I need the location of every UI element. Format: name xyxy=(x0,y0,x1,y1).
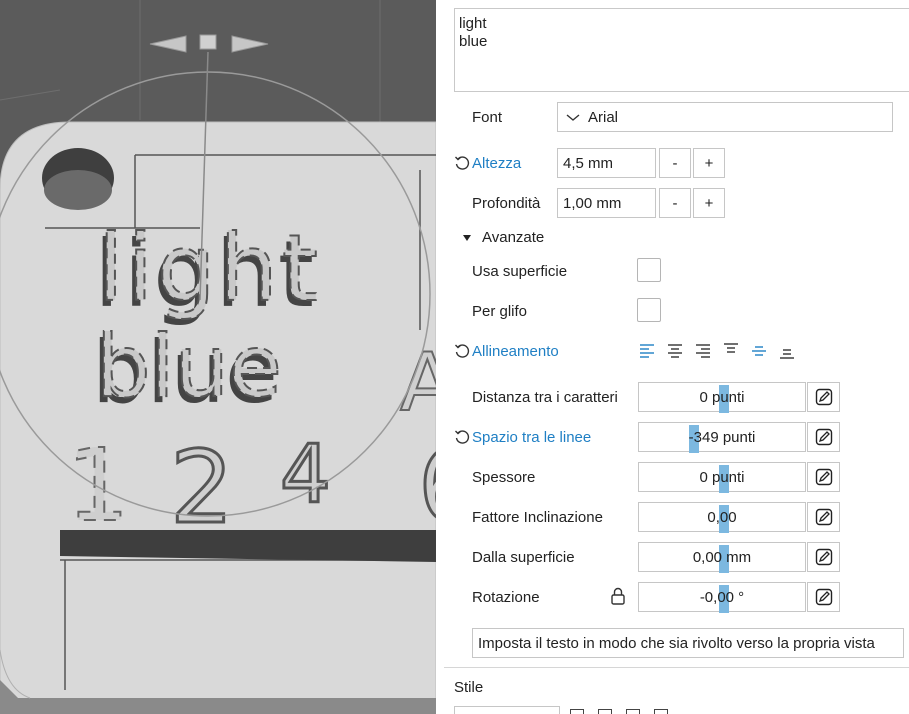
build-plate-grid xyxy=(0,0,381,140)
style-icon[interactable] xyxy=(654,709,668,714)
skew-value: 0,00 xyxy=(707,508,737,526)
use-surface-checkbox[interactable] xyxy=(637,258,661,282)
depth-decrease-button[interactable]: - xyxy=(659,188,691,218)
alignment-label: Allineamento xyxy=(472,343,559,360)
skew-label: Fattore Inclinazione xyxy=(472,509,603,526)
align-center-icon[interactable] xyxy=(666,342,684,360)
svg-text:2: 2 xyxy=(170,429,234,546)
edit-icon[interactable] xyxy=(807,582,840,612)
advanced-label: Avanzate xyxy=(482,229,545,246)
depth-input[interactable]: 1,00 mm xyxy=(557,188,656,218)
svg-text:4: 4 xyxy=(280,428,331,521)
use-surface-label: Usa superficie xyxy=(472,263,568,280)
triangle-down-icon xyxy=(463,234,471,241)
depth-increase-button[interactable]: + xyxy=(693,188,725,218)
svg-text:1: 1 xyxy=(66,427,130,544)
height-increase-button[interactable]: + xyxy=(693,148,725,178)
align-left-icon[interactable] xyxy=(638,342,656,360)
style-icon[interactable] xyxy=(570,709,584,714)
style-icon[interactable] xyxy=(598,709,612,714)
align-middle-icon[interactable] xyxy=(750,342,768,360)
from-surface-value: 0,00 mm xyxy=(692,548,752,566)
align-top-icon[interactable] xyxy=(722,342,740,360)
reset-icon[interactable] xyxy=(454,343,470,359)
edit-icon[interactable] xyxy=(807,502,840,532)
reset-icon[interactable] xyxy=(454,155,470,171)
style-select[interactable] xyxy=(454,706,560,714)
line-spacing-value: -349 punti xyxy=(688,428,756,446)
svg-text:A: A xyxy=(400,336,436,429)
svg-text:light: light xyxy=(98,215,322,322)
font-label: Font xyxy=(472,109,503,126)
edit-icon[interactable] xyxy=(807,542,840,572)
reset-icon[interactable] xyxy=(454,429,470,445)
line-spacing-label: Spazio tra le linee xyxy=(472,429,592,446)
depth-label: Profondità xyxy=(472,195,541,212)
align-right-icon[interactable] xyxy=(694,342,712,360)
line-spacing-input[interactable]: -349 punti xyxy=(638,422,806,453)
thickness-label: Spessore xyxy=(472,469,536,486)
per-glyph-label: Per glifo xyxy=(472,303,528,320)
rotation-value: -0,00 ° xyxy=(699,588,745,606)
3d-viewport[interactable]: light light blue blue 1 2 4 6 A xyxy=(0,0,436,714)
thickness-value: 0 punti xyxy=(699,468,745,486)
char-spacing-label: Distanza tra i caratteri xyxy=(472,389,618,406)
height-label: Altezza xyxy=(472,155,522,172)
char-spacing-input[interactable]: 0 punti xyxy=(638,382,806,413)
thickness-input[interactable]: 0 punti xyxy=(638,462,806,493)
style-label: Stile xyxy=(454,679,484,696)
lock-icon[interactable] xyxy=(610,587,626,605)
align-bottom-icon[interactable] xyxy=(778,342,796,360)
height-input[interactable]: 4,5 mm xyxy=(557,148,656,178)
from-surface-input[interactable]: 0,00 mm xyxy=(638,542,806,573)
rotation-label: Rotazione xyxy=(472,589,540,606)
per-glyph-checkbox[interactable] xyxy=(637,298,661,322)
font-value: Arial xyxy=(588,108,619,126)
edit-icon[interactable] xyxy=(807,422,840,452)
advanced-toggle[interactable]: Avanzate xyxy=(462,229,544,246)
rotation-input[interactable]: -0,00 ° xyxy=(638,582,806,613)
viewport-scene[interactable]: light light blue blue 1 2 4 6 A xyxy=(0,0,436,714)
edit-icon[interactable] xyxy=(807,462,840,492)
style-toolbar xyxy=(570,709,668,714)
svg-text:blue: blue xyxy=(96,317,282,417)
from-surface-label: Dalla superficie xyxy=(472,549,575,566)
char-spacing-value: 0 punti xyxy=(699,388,745,406)
height-decrease-button[interactable]: - xyxy=(659,148,691,178)
text-content-input[interactable]: light blue xyxy=(454,8,909,92)
edit-icon[interactable] xyxy=(807,382,840,412)
divider xyxy=(444,667,909,668)
text-tool-panel: light blue Font Arial Altezza 4,5 mm - +… xyxy=(436,0,909,714)
face-camera-button[interactable]: Imposta il testo in modo che sia rivolto… xyxy=(472,628,904,658)
skew-input[interactable]: 0,00 xyxy=(638,502,806,533)
chevron-down-icon xyxy=(566,114,580,121)
svg-text:6: 6 xyxy=(418,427,436,544)
move-handle-icon[interactable] xyxy=(149,34,269,53)
style-icon[interactable] xyxy=(626,709,640,714)
font-select[interactable]: Arial xyxy=(557,102,893,132)
